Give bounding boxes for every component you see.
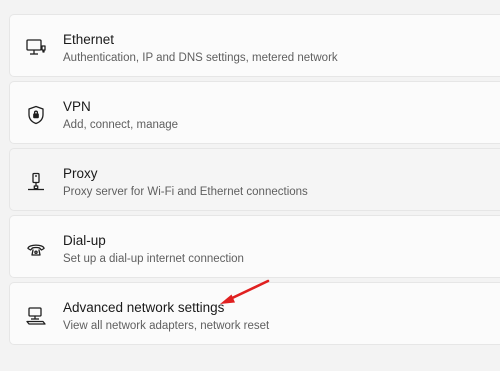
settings-item-subtitle: Proxy server for Wi-Fi and Ethernet conn… (63, 186, 308, 198)
proxy-icon (25, 171, 47, 193)
advanced-network-icon (25, 305, 47, 327)
settings-item-title: VPN (63, 99, 91, 114)
settings-item-dial-up[interactable]: Dial-up Set up a dial-up internet connec… (9, 215, 500, 278)
settings-item-subtitle: Add, connect, manage (63, 119, 179, 131)
settings-item-subtitle: View all network adapters, network reset (63, 320, 270, 332)
settings-item-advanced-network[interactable]: Advanced network settings View all netwo… (9, 282, 500, 345)
dial-up-icon (25, 238, 47, 260)
settings-item-subtitle: Set up a dial-up internet connection (63, 253, 244, 265)
settings-item-title: Ethernet (63, 32, 115, 47)
settings-item-vpn[interactable]: VPN Add, connect, manage (9, 81, 500, 144)
ethernet-icon (25, 37, 47, 59)
settings-item-title: Advanced network settings (63, 300, 225, 315)
settings-item-ethernet[interactable]: Ethernet Authentication, IP and DNS sett… (9, 14, 500, 77)
vpn-shield-icon (25, 104, 47, 126)
settings-item-proxy[interactable]: Proxy Proxy server for Wi-Fi and Etherne… (9, 148, 500, 211)
settings-item-title: Dial-up (63, 233, 106, 248)
network-settings-list: Ethernet Authentication, IP and DNS sett… (9, 14, 500, 349)
settings-item-subtitle: Authentication, IP and DNS settings, met… (63, 52, 338, 64)
settings-item-title: Proxy (63, 166, 98, 181)
